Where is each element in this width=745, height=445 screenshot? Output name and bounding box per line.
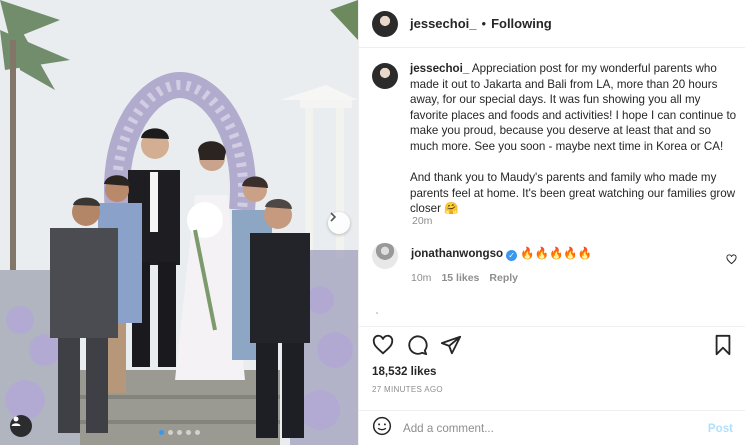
tagged-users-button[interactable] (10, 415, 32, 437)
post-comment-button[interactable]: Post (708, 422, 733, 435)
header-username[interactable]: jessechoi_ (410, 16, 477, 31)
comment-username[interactable]: jonathanwongso (411, 247, 503, 260)
wedding-photo-illustration (0, 0, 358, 445)
comment-body: 🔥🔥🔥🔥🔥 (520, 247, 593, 260)
scroll-indicator (376, 312, 378, 314)
post-timestamp[interactable]: 27 MINUTES AGO (372, 385, 443, 394)
bookmark-icon[interactable] (713, 334, 733, 361)
emoji-icon[interactable] (372, 416, 392, 441)
carousel-dot (185, 430, 191, 435)
comment-input[interactable] (403, 422, 708, 435)
carousel-next-button[interactable] (328, 212, 350, 234)
share-icon[interactable] (440, 334, 462, 356)
caption-username[interactable]: jessechoi_ (410, 62, 469, 75)
reply-button[interactable]: Reply (489, 272, 518, 284)
post-header: jessechoi_ • Following (359, 0, 745, 48)
avatar[interactable] (372, 243, 398, 269)
comment-like-heart-icon[interactable] (726, 252, 737, 270)
avatar[interactable] (372, 63, 398, 89)
caption-paragraph-2: And thank you to Maudy's parents and fam… (410, 171, 736, 216)
carousel-dot (167, 430, 173, 435)
comment-icon[interactable] (406, 334, 428, 356)
carousel-dot (176, 430, 182, 435)
carousel-indicators (0, 430, 358, 435)
action-bar: 18,532 likes 27 MINUTES AGO Post (359, 326, 745, 445)
caption-timestamp[interactable]: 20m (412, 215, 432, 227)
comment-time[interactable]: 10m (411, 272, 431, 284)
likes-count[interactable]: 18,532 likes (372, 365, 436, 378)
caption: jessechoi_ Appreciation post for my wond… (372, 61, 740, 217)
header-separator: • (481, 16, 487, 31)
comment-meta: 10m 15 likes Reply (411, 272, 518, 284)
following-button[interactable]: Following (491, 16, 552, 31)
comment-likes[interactable]: 15 likes (441, 272, 479, 284)
carousel-dot (194, 430, 200, 435)
comment-text: jonathanwongso ✓ 🔥🔥🔥🔥🔥 (411, 246, 592, 261)
verified-badge-icon: ✓ (506, 250, 518, 261)
avatar[interactable] (372, 10, 398, 37)
carousel-dot (158, 430, 164, 435)
heart-icon[interactable] (372, 334, 394, 356)
post-photo[interactable] (0, 0, 358, 445)
add-comment-bar: Post (359, 410, 745, 445)
caption-text: jessechoi_ Appreciation post for my wond… (410, 61, 740, 217)
post-details-panel: jessechoi_ • Following jessechoi_ Apprec… (358, 0, 745, 445)
caption-paragraph-1: Appreciation post for my wonderful paren… (410, 62, 737, 153)
